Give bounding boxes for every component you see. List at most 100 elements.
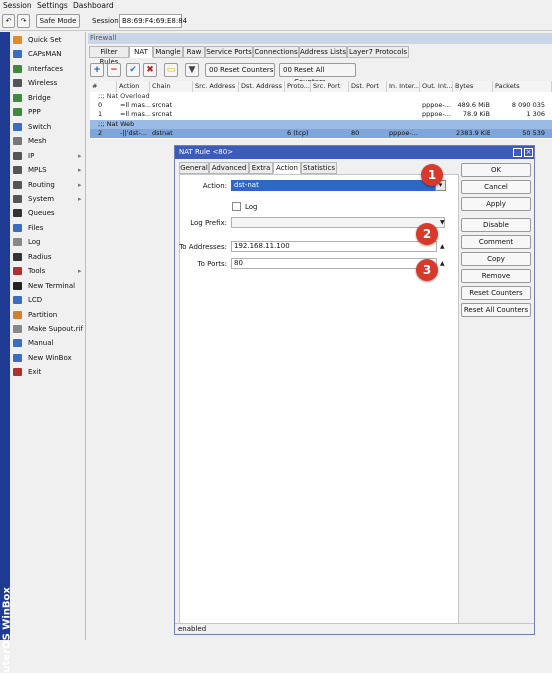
sidebar-item-interfaces[interactable]: Interfaces <box>10 62 86 76</box>
sidebar-item-mesh[interactable]: Mesh <box>10 134 86 148</box>
sidebar-item-make-supout-rif[interactable]: Make Supout.rif <box>10 322 86 336</box>
sidebar-item-queues[interactable]: Queues <box>10 206 86 220</box>
col-in-interface[interactable]: In. Inter... <box>387 81 420 92</box>
safe-mode-button[interactable]: Safe Mode <box>36 14 80 28</box>
close-icon[interactable]: × <box>524 148 533 157</box>
action-select[interactable]: dst-nat <box>231 180 445 191</box>
sidebar-item-quick-set[interactable]: Quick Set <box>10 33 86 47</box>
sidebar-item-exit[interactable]: Exit <box>10 365 86 379</box>
comment-text: ;;; Nat Overload <box>98 92 150 100</box>
table-row[interactable]: 1 =ll mas... srcnat pppoe-... 78.9 KiB 1… <box>90 110 552 119</box>
col-src-port[interactable]: Src. Port <box>311 81 349 92</box>
col-proto[interactable]: Proto... <box>285 81 311 92</box>
log-checkbox[interactable] <box>232 202 241 211</box>
routing-icon <box>13 180 22 189</box>
reset-counters-dialog-button[interactable]: Reset Counters <box>461 286 531 300</box>
col-num[interactable]: # <box>90 81 117 92</box>
redo-icon: ↷ <box>20 17 27 25</box>
sidebar-item-manual[interactable]: Manual <box>10 336 86 350</box>
to-ports-label: To Ports: <box>197 260 227 268</box>
redo-button[interactable]: ↷ <box>17 14 30 28</box>
reset-all-counters-dialog-button[interactable]: Reset All Counters <box>461 303 531 317</box>
sidebar-item-partition[interactable]: Partition <box>10 308 86 322</box>
filter-button[interactable]: ▼ <box>185 63 199 77</box>
dropdown-arrow-icon[interactable]: ▼ <box>440 219 445 226</box>
sidebar-item-ip[interactable]: IP ▸ <box>10 149 86 163</box>
apply-button[interactable]: Apply <box>461 197 531 211</box>
tab-mangle[interactable]: Mangle <box>153 46 183 58</box>
maximize-icon[interactable] <box>513 148 522 157</box>
dialog-tab-extra[interactable]: Extra <box>249 162 273 174</box>
tools-icon <box>13 267 22 276</box>
tab-service-ports[interactable]: Service Ports <box>205 46 253 58</box>
table-row[interactable]: 0 =ll mas... srcnat pppoe-... 489.6 MiB … <box>90 101 552 110</box>
menu-session[interactable]: Session <box>3 1 32 10</box>
sidebar-item-wireless[interactable]: Wireless <box>10 76 86 90</box>
sidebar-item-label: New Terminal <box>28 281 76 290</box>
log-prefix-field[interactable] <box>231 217 445 228</box>
tab-raw[interactable]: Raw <box>183 46 205 58</box>
col-dst-address[interactable]: Dst. Address <box>239 81 285 92</box>
sidebar-item-log[interactable]: Log <box>10 235 86 249</box>
add-button[interactable]: + <box>90 63 104 77</box>
tab-address-lists[interactable]: Address Lists <box>299 46 347 58</box>
tab-layer7-protocols[interactable]: Layer7 Protocols <box>347 46 409 58</box>
reset-counters-button[interactable]: 00 Reset Counters <box>205 63 275 77</box>
row-chain: srcnat <box>152 101 173 109</box>
disable-button[interactable]: ✖ <box>143 63 157 77</box>
sidebar-item-new-winbox[interactable]: New WinBox <box>10 351 86 365</box>
tab-filter-rules[interactable]: Filter Rules <box>89 46 129 66</box>
tab-nat[interactable]: NAT <box>129 46 153 58</box>
menu-settings[interactable]: Settings <box>37 1 68 10</box>
row-out-interface: pppoe-... <box>422 101 451 109</box>
col-chain[interactable]: Chain <box>150 81 193 92</box>
collapse-arrow-icon[interactable]: ▲ <box>440 243 445 250</box>
dialog-tab-action[interactable]: Action <box>273 162 301 174</box>
session-label: Session: <box>92 17 122 25</box>
sidebar-item-tools[interactable]: Tools ▸ <box>10 264 86 278</box>
undo-button[interactable]: ↶ <box>2 14 15 28</box>
sidebar-item-lcd[interactable]: LCD <box>10 293 86 307</box>
comment-row-selected[interactable]: ;;; Nat Web <box>90 120 552 129</box>
dialog-tab-general[interactable]: General <box>179 162 209 174</box>
copy-button[interactable]: Copy <box>461 252 531 266</box>
dialog-title-bar[interactable]: NAT Rule <80> × <box>175 146 534 159</box>
session-field[interactable]: B8:69:F4:69:E8:84 <box>119 14 187 28</box>
col-bytes[interactable]: Bytes <box>453 81 493 92</box>
sidebar-item-new-terminal[interactable]: New Terminal <box>10 279 86 293</box>
sidebar-item-routing[interactable]: Routing ▸ <box>10 178 86 192</box>
dialog-tab-statistics[interactable]: Statistics <box>301 162 337 174</box>
col-dst-port[interactable]: Dst. Port <box>349 81 387 92</box>
sidebar-item-mpls[interactable]: MPLS ▸ <box>10 163 86 177</box>
remove-rule-button[interactable]: Remove <box>461 269 531 283</box>
cancel-button[interactable]: Cancel <box>461 180 531 194</box>
sidebar-item-files[interactable]: Files <box>10 221 86 235</box>
comment-row[interactable]: ;;; Nat Overload <box>90 92 552 101</box>
comment-button[interactable]: ▭ <box>164 63 178 77</box>
table-row-selected[interactable]: 2 -||'dst-... dstnat 6 (tcp) 80 pppoe-..… <box>90 129 552 138</box>
comment-rule-button[interactable]: Comment <box>461 235 531 249</box>
to-ports-field[interactable]: 80 <box>231 258 437 269</box>
col-action[interactable]: Action <box>117 81 150 92</box>
to-addresses-field[interactable]: 192.168.11.100 <box>231 241 437 252</box>
col-out-interface[interactable]: Out. Int... <box>420 81 453 92</box>
sidebar-item-label: Mesh <box>28 137 47 146</box>
dialog-tab-advanced[interactable]: Advanced <box>209 162 249 174</box>
collapse-arrow-icon[interactable]: ▲ <box>440 260 445 267</box>
col-src-address[interactable]: Src. Address <box>193 81 239 92</box>
comment-text: ;;; Nat Web <box>98 120 135 128</box>
remove-button[interactable]: − <box>107 63 121 77</box>
tab-connections[interactable]: Connections <box>253 46 299 58</box>
sidebar-item-capsman[interactable]: CAPsMAN <box>10 47 86 61</box>
sidebar-item-ppp[interactable]: PPP <box>10 105 86 119</box>
enable-button[interactable]: ✔ <box>126 63 140 77</box>
col-packets[interactable]: Packets <box>493 81 552 92</box>
sidebar-item-bridge[interactable]: Bridge <box>10 91 86 105</box>
ok-button[interactable]: OK <box>461 163 531 177</box>
menu-dashboard[interactable]: Dashboard <box>73 1 114 10</box>
sidebar-item-radius[interactable]: Radius <box>10 250 86 264</box>
sidebar-item-system[interactable]: System ▸ <box>10 192 86 206</box>
reset-all-counters-button[interactable]: 00 Reset All Counters <box>279 63 356 86</box>
disable-rule-button[interactable]: Disable <box>461 218 531 232</box>
sidebar-item-switch[interactable]: Switch <box>10 120 86 134</box>
